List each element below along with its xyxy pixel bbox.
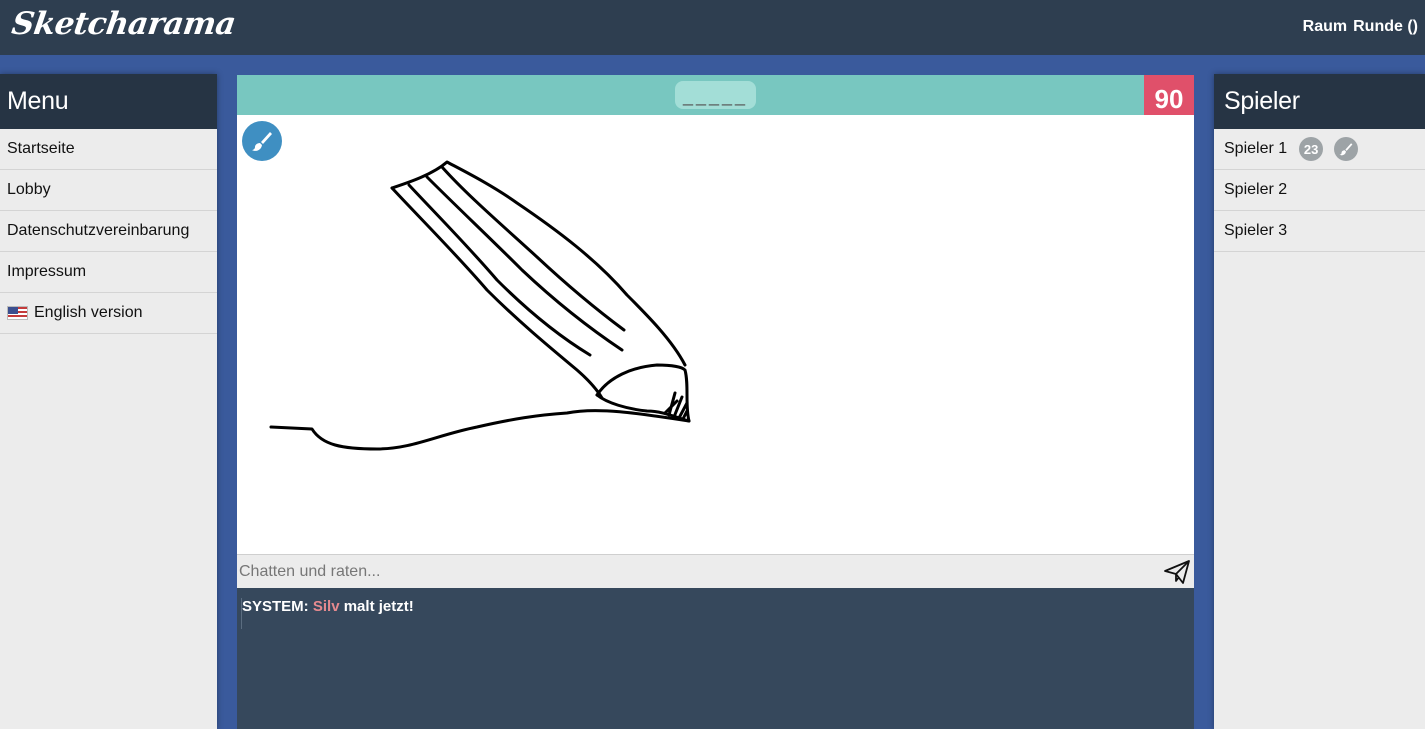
chat-log: SYSTEM: Silv malt jetzt! [237, 588, 1194, 729]
word-bar: _____ [237, 75, 1194, 115]
round-label: Runde () [1353, 18, 1418, 35]
drawing-canvas[interactable] [237, 115, 1194, 554]
chat-input[interactable] [237, 555, 1152, 588]
menu-item-datenschutz[interactable]: Datenschutzvereinbarung [0, 211, 217, 252]
menu-item-impressum[interactable]: Impressum [0, 252, 217, 293]
word-hint: _____ [675, 81, 756, 109]
menu-panel: Menu Startseite Lobby Datenschutzvereinb… [0, 74, 217, 729]
chat-prefix: SYSTEM: [242, 598, 309, 615]
player-name: Spieler 3 [1224, 222, 1288, 239]
room-label: Raum [1302, 18, 1348, 35]
players-panel: Spieler Spieler 1 23 Spieler 2 Spieler 3 [1214, 74, 1425, 729]
menu-title: Menu [0, 74, 217, 129]
menu-item-label: Datenschutzvereinbarung [7, 222, 190, 239]
menu-item-label: Startseite [7, 140, 75, 157]
chat-message: SYSTEM: Silv malt jetzt! [241, 598, 1190, 629]
player-name: Spieler 1 [1224, 140, 1288, 157]
menu-item-label: English version [34, 304, 143, 321]
menu-item-lobby[interactable]: Lobby [0, 170, 217, 211]
chat-player-name: Silv [312, 598, 340, 615]
menu-item-startseite[interactable]: Startseite [0, 129, 217, 170]
player-row: Spieler 1 23 [1214, 129, 1425, 170]
game-area: _____ 90 Chatten und raten... SYSTEM: Si… [237, 75, 1194, 729]
players-title: Spieler [1214, 74, 1425, 129]
menu-item-english-version[interactable]: English version [0, 293, 217, 334]
player-row: Spieler 2 [1214, 170, 1425, 211]
chat-text: malt jetzt! [343, 598, 414, 615]
player-name: Spieler 2 [1224, 181, 1288, 198]
app-logo[interactable]: Sketcharama [9, 6, 237, 42]
menu-item-label: Impressum [7, 263, 87, 280]
player-score-badge: 23 [1299, 137, 1324, 161]
drawing-strokes [269, 160, 691, 451]
paintbrush-icon [252, 132, 272, 151]
paper-plane-icon[interactable] [1163, 559, 1191, 585]
top-bar: Sketcharama Raum Runde () [0, 0, 1425, 55]
player-row: Spieler 3 [1214, 211, 1425, 252]
paintbrush-icon [1334, 137, 1359, 161]
chat-bar [237, 554, 1194, 588]
paintbrush-tool-button[interactable] [242, 121, 282, 161]
menu-item-label: Lobby [7, 181, 51, 198]
room-info: Raum Runde () [1303, 18, 1418, 36]
us-flag-icon [7, 306, 28, 320]
